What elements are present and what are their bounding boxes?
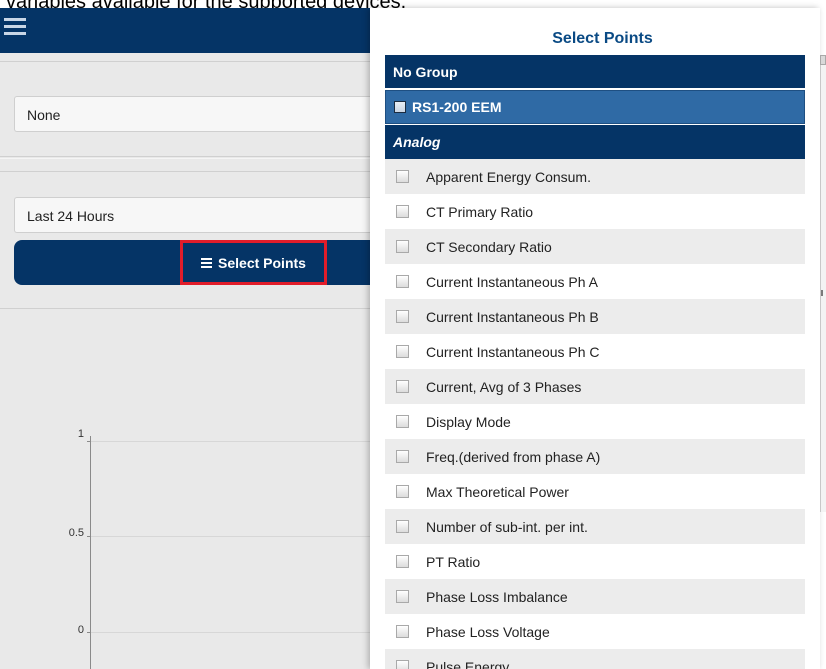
select-points-panel: Select Points No Group RS1-200 EEM Analo… [370, 8, 820, 669]
point-label: Max Theoretical Power [426, 483, 569, 500]
point-label: PT Ratio [426, 553, 481, 570]
point-row[interactable]: Apparent Energy Consum. [385, 159, 805, 194]
point-checkbox[interactable] [396, 450, 409, 463]
point-label: Freq.(derived from phase A) [426, 448, 601, 465]
scrollbar-up-arrow[interactable] [820, 55, 826, 65]
point-row[interactable]: CT Primary Ratio [385, 194, 805, 229]
point-checkbox[interactable] [396, 590, 409, 603]
point-label: CT Primary Ratio [426, 203, 534, 220]
gridline [91, 632, 370, 633]
point-checkbox[interactable] [396, 240, 409, 253]
point-row[interactable]: Pulse Energy [385, 649, 805, 669]
point-label: Pulse Energy [426, 658, 510, 669]
time-range-select[interactable]: Last 24 Hours [14, 197, 370, 233]
panel-title: Select Points [552, 30, 653, 47]
point-checkbox[interactable] [396, 205, 409, 218]
y-tick [87, 441, 91, 442]
divider [0, 61, 370, 62]
divider [0, 158, 370, 159]
point-checkbox[interactable] [396, 415, 409, 428]
point-label: Phase Loss Imbalance [426, 588, 568, 605]
point-row[interactable]: Max Theoretical Power [385, 474, 805, 509]
point-row[interactable]: Current Instantaneous Ph B [385, 299, 805, 334]
scrollbar-grip[interactable] [821, 290, 823, 296]
y-tick [87, 536, 91, 537]
point-label: Apparent Energy Consum. [426, 168, 591, 185]
gridline [91, 536, 370, 537]
app-header [0, 8, 370, 53]
point-label: Current Instantaneous Ph C [426, 343, 600, 360]
section-header-analog: Analog [385, 125, 805, 159]
point-checkbox[interactable] [396, 380, 409, 393]
point-checkbox[interactable] [396, 555, 409, 568]
point-checkbox[interactable] [396, 625, 409, 638]
point-row[interactable]: PT Ratio [385, 544, 805, 579]
point-row[interactable]: Phase Loss Imbalance [385, 579, 805, 614]
filter-select[interactable]: None [14, 96, 370, 132]
point-checkbox[interactable] [396, 485, 409, 498]
group-header[interactable]: No Group [385, 55, 805, 88]
point-row[interactable]: Freq.(derived from phase A) [385, 439, 805, 474]
point-checkbox[interactable] [396, 660, 409, 669]
y-tick-label: 1 [77, 428, 84, 440]
point-label: Display Mode [426, 413, 511, 430]
point-row[interactable]: Current, Avg of 3 Phases [385, 369, 805, 404]
point-row[interactable]: Current Instantaneous Ph C [385, 334, 805, 369]
background-app: None Last 24 Hours Select Points 1 0.5 0 [0, 8, 370, 669]
device-checkbox[interactable] [394, 101, 406, 113]
select-points-highlight[interactable]: Select Points [180, 240, 327, 285]
list-icon [201, 256, 213, 270]
chart-area: 1 0.5 0 [0, 308, 370, 669]
point-checkbox[interactable] [396, 310, 409, 323]
y-tick-label: 0.5 [68, 527, 84, 539]
point-checkbox[interactable] [396, 345, 409, 358]
point-row[interactable]: Number of sub-int. per int. [385, 509, 805, 544]
point-label: Current Instantaneous Ph A [426, 273, 598, 290]
point-label: Current, Avg of 3 Phases [426, 378, 582, 395]
point-label: Current Instantaneous Ph B [426, 308, 599, 325]
divider [0, 156, 370, 157]
menu-icon[interactable] [4, 18, 26, 36]
point-label: CT Secondary Ratio [426, 238, 552, 255]
y-axis [90, 436, 91, 669]
point-row[interactable]: Current Instantaneous Ph A [385, 264, 805, 299]
scrollbar[interactable] [820, 55, 826, 512]
device-row[interactable]: RS1-200 EEM [385, 90, 805, 124]
y-tick-label: 0 [77, 624, 84, 636]
point-checkbox[interactable] [396, 275, 409, 288]
point-row[interactable]: Display Mode [385, 404, 805, 439]
point-checkbox[interactable] [396, 520, 409, 533]
point-list: Apparent Energy Consum. CT Primary Ratio… [385, 159, 805, 669]
point-row[interactable]: CT Secondary Ratio [385, 229, 805, 264]
select-points-label: Select Points [218, 254, 306, 271]
device-label: RS1-200 EEM [412, 99, 502, 115]
y-tick [87, 632, 91, 633]
point-checkbox[interactable] [396, 170, 409, 183]
select-points-button[interactable]: Select Points [14, 240, 370, 285]
divider [0, 171, 370, 172]
point-row[interactable]: Phase Loss Voltage [385, 614, 805, 649]
point-label: Phase Loss Voltage [426, 623, 550, 640]
point-label: Number of sub-int. per int. [426, 518, 588, 535]
gridline [91, 441, 370, 442]
